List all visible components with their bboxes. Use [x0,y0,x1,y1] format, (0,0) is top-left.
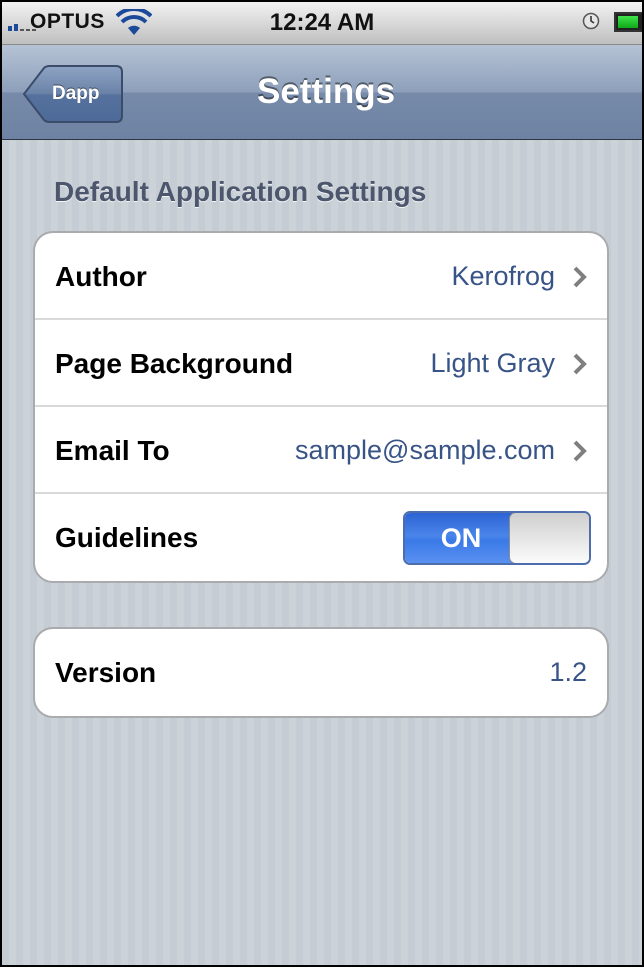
row-label: Guidelines [55,522,199,553]
toggle-state-label: ON [405,513,517,563]
row-label: Email To [55,435,170,466]
version-group: Version 1.2 [33,627,609,718]
row-value: Light Gray [430,348,555,378]
navigation-bar: Dapp Settings [2,45,642,140]
version-value: 1.2 [549,657,587,687]
wifi-icon [116,9,152,35]
row-guidelines: Guidelines ON [35,494,607,581]
row-label: Page Background [55,348,294,379]
guidelines-toggle[interactable]: ON [403,511,591,565]
row-value: sample@sample.com [295,435,555,465]
row-label: Author [55,261,147,292]
section-header: Default Application Settings [54,176,427,207]
carrier-name: OPTUS [30,10,105,33]
page-title: Settings [257,72,396,111]
toggle-knob[interactable] [509,513,589,563]
lock-rotation-icon [582,12,600,30]
chevron-right-icon [573,266,587,288]
battery-icon [614,12,642,32]
row-page-background[interactable]: Page Background Light Gray [35,320,607,407]
back-button[interactable]: Dapp [22,65,124,123]
status-bar: OPTUS 12:24 AM [2,2,642,45]
back-button-label: Dapp [52,83,100,104]
row-email-to[interactable]: Email To sample@sample.com [35,407,607,494]
phone-screen: OPTUS 12:24 AM Dapp Settings Default App… [0,0,644,967]
settings-group: Author Kerofrog Page Background Light Gr… [33,231,609,583]
row-value: Kerofrog [451,261,555,291]
chevron-right-icon [573,353,587,375]
row-label: Version [55,657,157,688]
chevron-right-icon [573,440,587,462]
row-version: Version 1.2 [35,629,607,716]
row-author[interactable]: Author Kerofrog [35,233,607,320]
